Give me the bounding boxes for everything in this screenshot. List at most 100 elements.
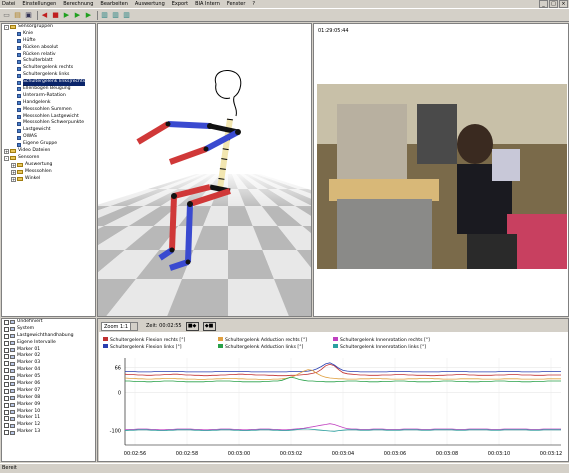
channel-icon[interactable]: ▥ [122,11,131,20]
tree-item[interactable]: + Winkel [2,176,95,183]
play-icon[interactable]: ▶ [62,11,71,20]
checkbox[interactable] [4,395,9,401]
menu-item-7[interactable]: Fenster [227,1,246,7]
chart-svg: Schultergelenk Flexion rechts [°]Schulte… [103,337,562,457]
tree-item[interactable]: + Auswertung [2,162,95,169]
checkbox[interactable] [4,409,9,415]
video-panel[interactable]: 01:29:05:44 [313,23,569,317]
marker-item[interactable]: Eigene Intervalle [2,340,95,347]
sensor-group-icon [17,32,21,37]
marker-icon [10,341,15,346]
open-icon[interactable]: ▤ [13,11,22,20]
zoom-select[interactable]: Zoom 1:1 [101,321,138,331]
minimize-icon[interactable]: _ [539,0,548,8]
marker-list[interactable]: Undefiniert System Lastgewichthandhabung Ei… [1,318,96,462]
marker-item[interactable]: Undefiniert [2,319,95,326]
rewind-icon[interactable]: ◀ [40,11,49,20]
menu-item-5[interactable]: Export [172,1,188,7]
checkbox[interactable] [4,326,9,332]
tree-item[interactable]: Rücken absolut [2,45,95,52]
menu-item-3[interactable]: Bearbeiten [100,1,127,7]
checkbox[interactable] [4,402,9,408]
marker-next-button[interactable]: ◆■ [202,321,216,331]
stop-icon[interactable]: ■ [51,11,60,20]
expand-icon[interactable]: + [11,169,16,175]
marker-item[interactable]: Marker 02 [2,353,95,360]
menu-bar: Datei Einstellungen Berechnung Bearbeiten Au… [0,0,569,9]
maximize-icon[interactable]: □ [549,0,558,8]
checkbox[interactable] [4,333,9,339]
legend-swatch [103,344,108,348]
tree-item[interactable]: - Sensoren [2,155,95,162]
tree-item[interactable]: Lastgewicht [2,127,95,134]
expand-icon[interactable]: + [11,176,16,182]
tree-item[interactable]: Eigene Gruppe [2,141,95,148]
channel-icon[interactable]: ▥ [111,11,120,20]
menu-item-6[interactable]: BIA Intern [195,1,220,7]
checkbox[interactable] [4,388,9,394]
marker-item[interactable]: Marker 12 [2,422,95,429]
marker-item[interactable]: Marker 07 [2,388,95,395]
menu-item-8[interactable]: ? [252,1,255,7]
marker-item[interactable]: Marker 03 [2,360,95,367]
tree-item[interactable]: Knie [2,31,95,38]
checkbox[interactable] [4,340,9,346]
tree-item[interactable]: Unterarm-Rotation [2,93,95,100]
checkbox[interactable] [4,375,9,381]
menu-item-1[interactable]: Einstellungen [22,1,56,7]
chart-plot[interactable]: Schultergelenk Flexion rechts [°] Schulte… [99,332,568,461]
marker-item[interactable]: Marker 13 [2,429,95,436]
marker-item[interactable]: Marker 11 [2,415,95,422]
checkbox[interactable] [4,354,9,360]
marker-item[interactable]: Marker 08 [2,395,95,402]
marker-item[interactable]: Marker 09 [2,402,95,409]
marker-item[interactable]: Marker 05 [2,374,95,381]
sensor-group-icon [17,39,21,44]
new-icon[interactable]: ▭ [2,11,11,20]
tree-item[interactable]: + Messsohlen [2,169,95,176]
marker-item[interactable]: Marker 04 [2,367,95,374]
forward-icon[interactable]: ▶ [84,11,93,20]
legend-label: Schultergelenk Innenrotation links [°] [340,344,426,350]
tree-item[interactable]: - Sensorgruppen [2,24,95,31]
menu-item-4[interactable]: Auswertung [135,1,165,7]
checkbox[interactable] [4,347,9,353]
checkbox[interactable] [4,416,9,422]
x-tick-label: 00:03:12 [540,451,562,457]
expand-icon[interactable]: + [4,148,9,154]
tree-item[interactable]: Handgelenk [2,100,95,107]
menu-item-0[interactable]: Datei [2,1,15,7]
save-icon[interactable]: ▣ [24,11,33,20]
marker-item[interactable]: Marker 01 [2,347,95,354]
sensor-group-icon [17,108,21,113]
checkbox[interactable] [4,423,9,429]
tree-item[interactable]: + Video Dateien [2,148,95,155]
tree-item[interactable]: Ellenbogen Beugung [2,86,95,93]
step-icon[interactable]: ▶ [73,11,82,20]
expand-icon[interactable]: + [11,162,16,168]
x-tick-label: 00:02:56 [124,451,146,457]
tree-item[interactable]: Messsohlen Summen [2,107,95,114]
checkbox[interactable] [4,361,9,367]
checkbox[interactable] [4,381,9,387]
marker-item[interactable]: Lastgewichthandhabung [2,333,95,340]
close-icon[interactable]: × [559,0,568,8]
checkbox[interactable] [4,368,9,374]
checkbox[interactable] [4,319,9,325]
collapse-icon[interactable]: - [4,24,9,30]
checkbox[interactable] [4,430,9,436]
time-display: Zeit: 00:02:55 [146,323,182,329]
tree-item[interactable]: Schultergelenk links|rechts [2,79,95,87]
marker-item[interactable]: System [2,326,95,333]
marker-item[interactable]: Marker 06 [2,381,95,388]
skeleton-3d-view[interactable] [97,23,312,317]
marker-item[interactable]: Marker 10 [2,409,95,416]
sensor-tree[interactable]: - Sensorgruppen Knie Hüfte Rücken absolut Rüc… [1,23,96,317]
menu-item-2[interactable]: Berechnung [63,1,93,7]
marker-icon [10,403,15,408]
collapse-icon[interactable]: - [4,155,9,161]
marker-prev-button[interactable]: ■◆ [185,321,199,331]
channel-icon[interactable]: ▥ [100,11,109,20]
tree-item[interactable]: Hüfte [2,38,95,45]
marker-label: Eigene Intervalle [17,339,56,345]
